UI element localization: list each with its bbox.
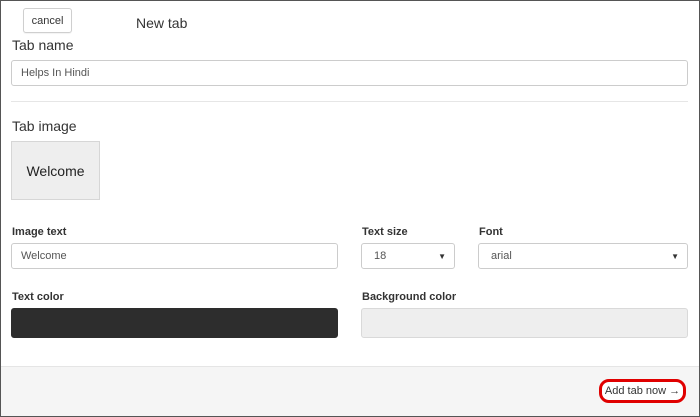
font-value: arial [491,250,512,262]
add-tab-now-button[interactable]: Add tab now → [599,379,686,403]
cancel-button[interactable]: cancel [23,8,72,33]
dropdown-arrow-icon: ▼ [671,251,679,261]
dialog-title: New tab [136,15,188,31]
image-text-label: Image text [12,226,67,238]
text-color-picker[interactable] [11,308,338,338]
tab-image-label: Tab image [12,118,77,134]
dropdown-arrow-icon: ▼ [438,251,446,261]
background-color-label: Background color [362,291,457,303]
dialog-footer [1,366,699,416]
text-color-label: Text color [12,291,64,303]
text-size-select[interactable]: 18 ▼ [361,243,455,269]
font-select[interactable]: arial ▼ [478,243,688,269]
text-size-label: Text size [362,226,408,238]
tab-image-preview: Welcome [11,141,100,200]
tab-name-input[interactable]: Helps In Hindi [11,60,688,86]
font-label: Font [479,226,503,238]
section-divider [11,101,688,102]
tab-name-label: Tab name [12,37,74,53]
text-size-value: 18 [374,250,387,262]
image-text-input[interactable]: Welcome [11,243,338,269]
background-color-picker[interactable] [361,308,688,338]
